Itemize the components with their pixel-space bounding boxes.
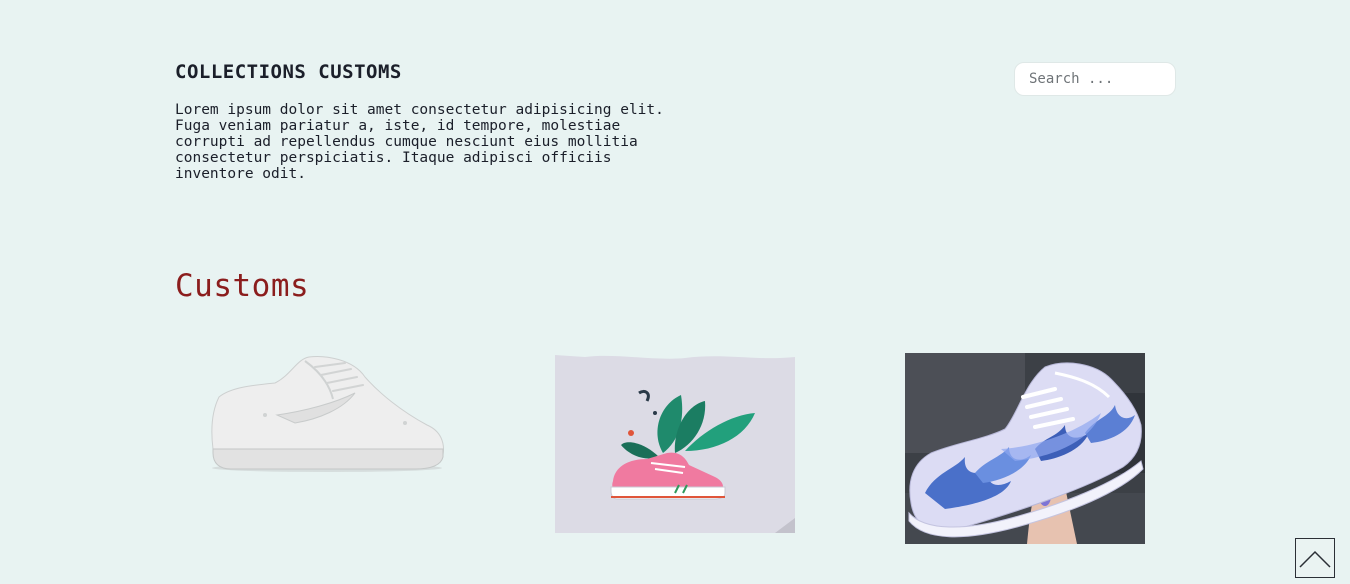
product-card[interactable] xyxy=(555,353,795,533)
page: COLLECTIONS CUSTOMS Lorem ipsum dolor si… xyxy=(0,0,1350,584)
white-sneaker-image xyxy=(211,356,444,472)
back-to-top-button[interactable] xyxy=(1295,538,1335,578)
blue-flame-custom-sneaker-photo xyxy=(905,353,1145,544)
page-title: COLLECTIONS CUSTOMS xyxy=(175,61,402,83)
product-card[interactable] xyxy=(905,353,1145,544)
plant-sneaker-illustration xyxy=(555,353,795,533)
search-input[interactable] xyxy=(1014,62,1176,96)
intro-text: Lorem ipsum dolor sit amet consectetur a… xyxy=(175,102,664,182)
chevron-up-icon xyxy=(1299,550,1331,568)
section-title: Customs xyxy=(175,268,310,304)
product-card[interactable] xyxy=(205,353,445,475)
